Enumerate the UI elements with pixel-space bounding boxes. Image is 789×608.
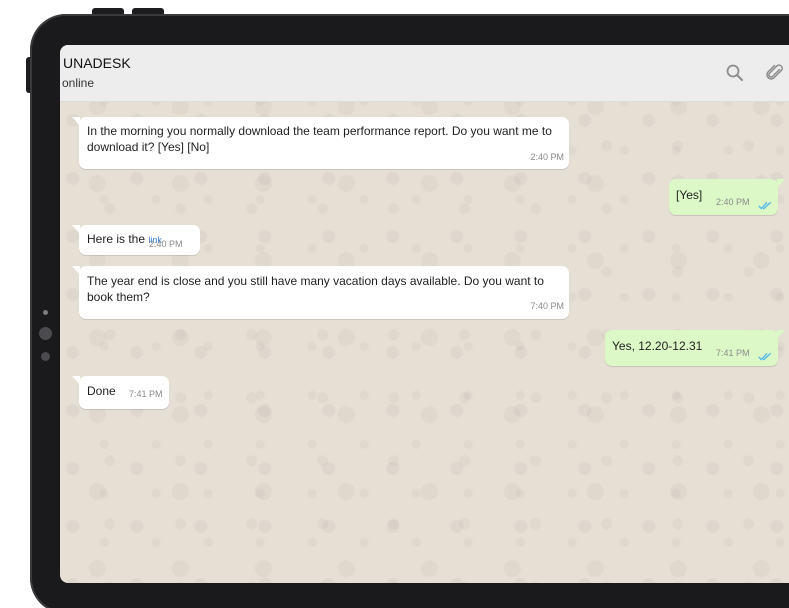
message-text: Here is the bbox=[87, 232, 146, 246]
message-text: Done bbox=[87, 384, 116, 398]
search-icon[interactable] bbox=[725, 63, 745, 83]
read-receipt-icon bbox=[758, 352, 772, 361]
contact-status: online bbox=[62, 76, 95, 90]
tablet-scene: UNADESK online In the morning you normal… bbox=[0, 0, 789, 608]
message-bubble-outgoing[interactable]: Yes, 12.20-12.31 7:41 PM bbox=[605, 330, 785, 366]
message-bubble-incoming[interactable]: In the morning you normally download the… bbox=[72, 117, 569, 169]
message-text: In the morning you normally download the… bbox=[87, 124, 552, 154]
message-time: 2:40 PM bbox=[149, 239, 183, 249]
message-bubble-outgoing[interactable]: [Yes] 2:40 PM bbox=[669, 179, 785, 215]
message-time: 2:40 PM bbox=[530, 152, 564, 162]
camera-sensor bbox=[43, 310, 48, 315]
message-time: 7:41 PM bbox=[129, 389, 163, 399]
chat-header: UNADESK online bbox=[60, 45, 789, 102]
read-receipt-icon bbox=[758, 201, 772, 210]
chat-screen: UNADESK online In the morning you normal… bbox=[60, 45, 789, 583]
message-bubble-incoming[interactable]: The year end is close and you still have… bbox=[72, 266, 569, 319]
contact-name[interactable]: UNADESK bbox=[63, 55, 131, 71]
message-time: 2:40 PM bbox=[716, 197, 750, 207]
paperclip-icon[interactable] bbox=[765, 63, 785, 83]
message-bubble-incoming[interactable]: Here is the link 2:40 PM bbox=[72, 225, 200, 255]
camera-flash bbox=[41, 352, 50, 361]
camera-lens bbox=[39, 327, 52, 340]
message-text: The year end is close and you still have… bbox=[87, 274, 544, 304]
message-time: 7:41 PM bbox=[716, 348, 750, 358]
message-bubble-incoming[interactable]: Done 7:41 PM bbox=[72, 376, 169, 409]
message-time: 7:40 PM bbox=[530, 301, 564, 311]
